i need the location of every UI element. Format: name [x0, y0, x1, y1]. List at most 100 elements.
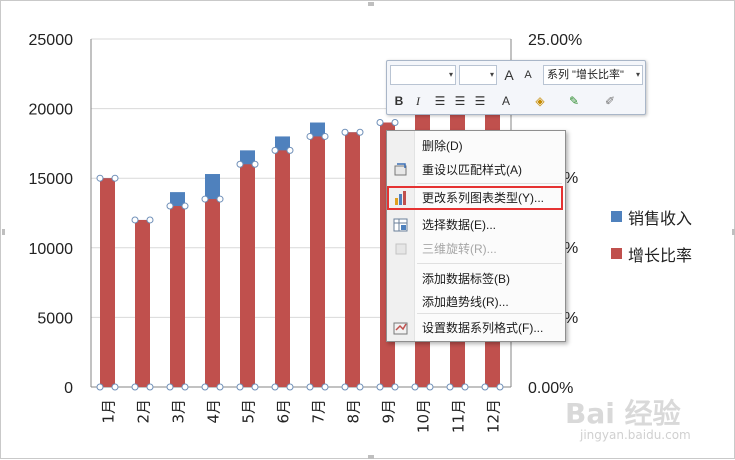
format-series-icon — [393, 320, 409, 336]
x-tick-label: 2月 — [135, 399, 153, 424]
y-tick-label-right: 25.00% — [528, 32, 582, 49]
selection-handle — [461, 383, 469, 391]
menu-item-1[interactable]: 删除(D) — [387, 135, 565, 157]
selection-handle — [146, 383, 154, 391]
selection-handle — [481, 383, 489, 391]
selection-handle — [411, 383, 419, 391]
menu-item-label: 添加数据标签(B) — [422, 272, 510, 286]
pen-color-icon[interactable]: ✎ — [565, 92, 583, 110]
legend-label-growth: 增长比率 — [628, 248, 693, 265]
bar-growth — [135, 219, 150, 387]
y-tick-label-right: % — [564, 240, 578, 257]
x-tick-label: 6月 — [275, 399, 293, 424]
resize-handle-bottom — [368, 455, 374, 459]
y-tick-label-left: 25000 — [29, 32, 74, 49]
legend-swatch-sales — [611, 211, 622, 222]
selection-handle — [181, 383, 189, 391]
selection-handle — [306, 132, 314, 140]
y-tick-label-right: % — [564, 310, 578, 327]
format-painter-icon[interactable]: ✐ — [601, 92, 619, 110]
series-select-value: 系列 "增长比率" — [547, 69, 624, 81]
legend-swatch-growth — [611, 248, 622, 259]
shrink-font-button[interactable]: A — [519, 66, 537, 84]
selection-handle — [96, 383, 104, 391]
y-tick-label-left: 5000 — [37, 310, 73, 327]
selection-handle — [146, 216, 154, 224]
x-tick-label: 7月 — [310, 399, 328, 424]
select-data-icon — [393, 217, 409, 233]
selection-handle — [131, 383, 139, 391]
selection-handle — [216, 383, 224, 391]
selection-handle — [341, 128, 349, 136]
x-tick-label: 11月 — [450, 399, 468, 433]
menu-item-8[interactable]: 设置数据系列格式(F)... — [387, 317, 565, 339]
selection-handle — [216, 195, 224, 203]
selection-handle — [166, 202, 174, 210]
selection-handle — [251, 160, 259, 168]
resize-handle-left — [2, 229, 5, 235]
selection-handle — [376, 119, 384, 127]
x-tick-label: 5月 — [240, 399, 258, 424]
menu-item-label: 选择数据(E)... — [422, 218, 496, 232]
align-right-icon[interactable]: ☰ — [471, 92, 489, 110]
selection-handle — [496, 383, 504, 391]
menu-item-label: 删除(D) — [422, 139, 463, 153]
selection-handle — [391, 119, 399, 127]
bar-growth — [170, 206, 185, 387]
reset-style-icon — [393, 162, 409, 178]
selection-handle — [166, 383, 174, 391]
italic-button[interactable]: I — [409, 92, 427, 110]
menu-separator — [417, 183, 562, 184]
selection-handle — [356, 383, 364, 391]
menu-item-label: 添加趋势线(R)... — [422, 295, 509, 309]
menu-item-4[interactable]: 选择数据(E)... — [387, 214, 565, 236]
y-tick-label-left: 20000 — [29, 102, 74, 119]
context-menu: 删除(D) 重设以匹配样式(A) 更改系列图表类型(Y)... 选择数据(E)... 三… — [386, 130, 566, 342]
x-tick-label: 8月 — [345, 399, 363, 424]
selection-handle — [111, 174, 119, 182]
x-tick-label: 9月 — [380, 399, 398, 424]
watermark-url: jingyan.baidu.com — [580, 428, 691, 442]
selection-handle — [271, 383, 279, 391]
menu-item-6[interactable]: 添加数据标签(B) — [387, 268, 565, 290]
bar-growth — [310, 136, 325, 387]
bar-growth — [205, 199, 220, 387]
selection-handle — [356, 128, 364, 136]
watermark-logo: Bai 经验 — [565, 397, 681, 430]
fill-bucket-icon[interactable]: ◈ — [531, 92, 549, 110]
selection-handle — [271, 146, 279, 154]
selection-handle — [236, 160, 244, 168]
selection-handle — [391, 383, 399, 391]
menu-item-7[interactable]: 添加趋势线(R)... — [387, 291, 565, 313]
align-left-icon[interactable]: ☰ — [431, 92, 449, 110]
menu-item-label: 三维旋转(R)... — [422, 242, 497, 256]
selection-handle — [201, 383, 209, 391]
font-name-box[interactable]: ▾ — [390, 65, 456, 85]
bold-button[interactable]: B — [390, 92, 408, 110]
x-tick-label: 10月 — [415, 399, 433, 433]
selection-handle — [251, 383, 259, 391]
selection-handle — [321, 132, 329, 140]
menu-item-2[interactable]: 重设以匹配样式(A) — [387, 159, 565, 181]
selection-handle — [341, 383, 349, 391]
selection-handle — [96, 174, 104, 182]
series-select[interactable]: 系列 "增长比率" ▾ — [543, 65, 643, 85]
selection-handle — [111, 383, 119, 391]
font-color-button[interactable]: A — [497, 92, 515, 110]
x-tick-label: 1月 — [100, 399, 118, 424]
selection-handle — [286, 383, 294, 391]
font-size-box[interactable]: ▾ — [459, 65, 497, 85]
selection-handle — [236, 383, 244, 391]
selection-handle — [426, 383, 434, 391]
legend-label-sales: 销售收入 — [628, 211, 693, 228]
y-tick-label-left: 15000 — [29, 171, 74, 188]
x-tick-label: 4月 — [205, 399, 223, 424]
align-center-icon[interactable]: ☰ — [451, 92, 469, 110]
x-tick-label: 3月 — [170, 399, 188, 424]
grow-font-button[interactable]: A — [500, 66, 518, 84]
resize-handle-top — [368, 2, 374, 6]
selection-handle — [446, 383, 454, 391]
selection-handle — [321, 383, 329, 391]
selection-handle — [131, 216, 139, 224]
menu-item-5: 三维旋转(R)... — [387, 238, 565, 260]
